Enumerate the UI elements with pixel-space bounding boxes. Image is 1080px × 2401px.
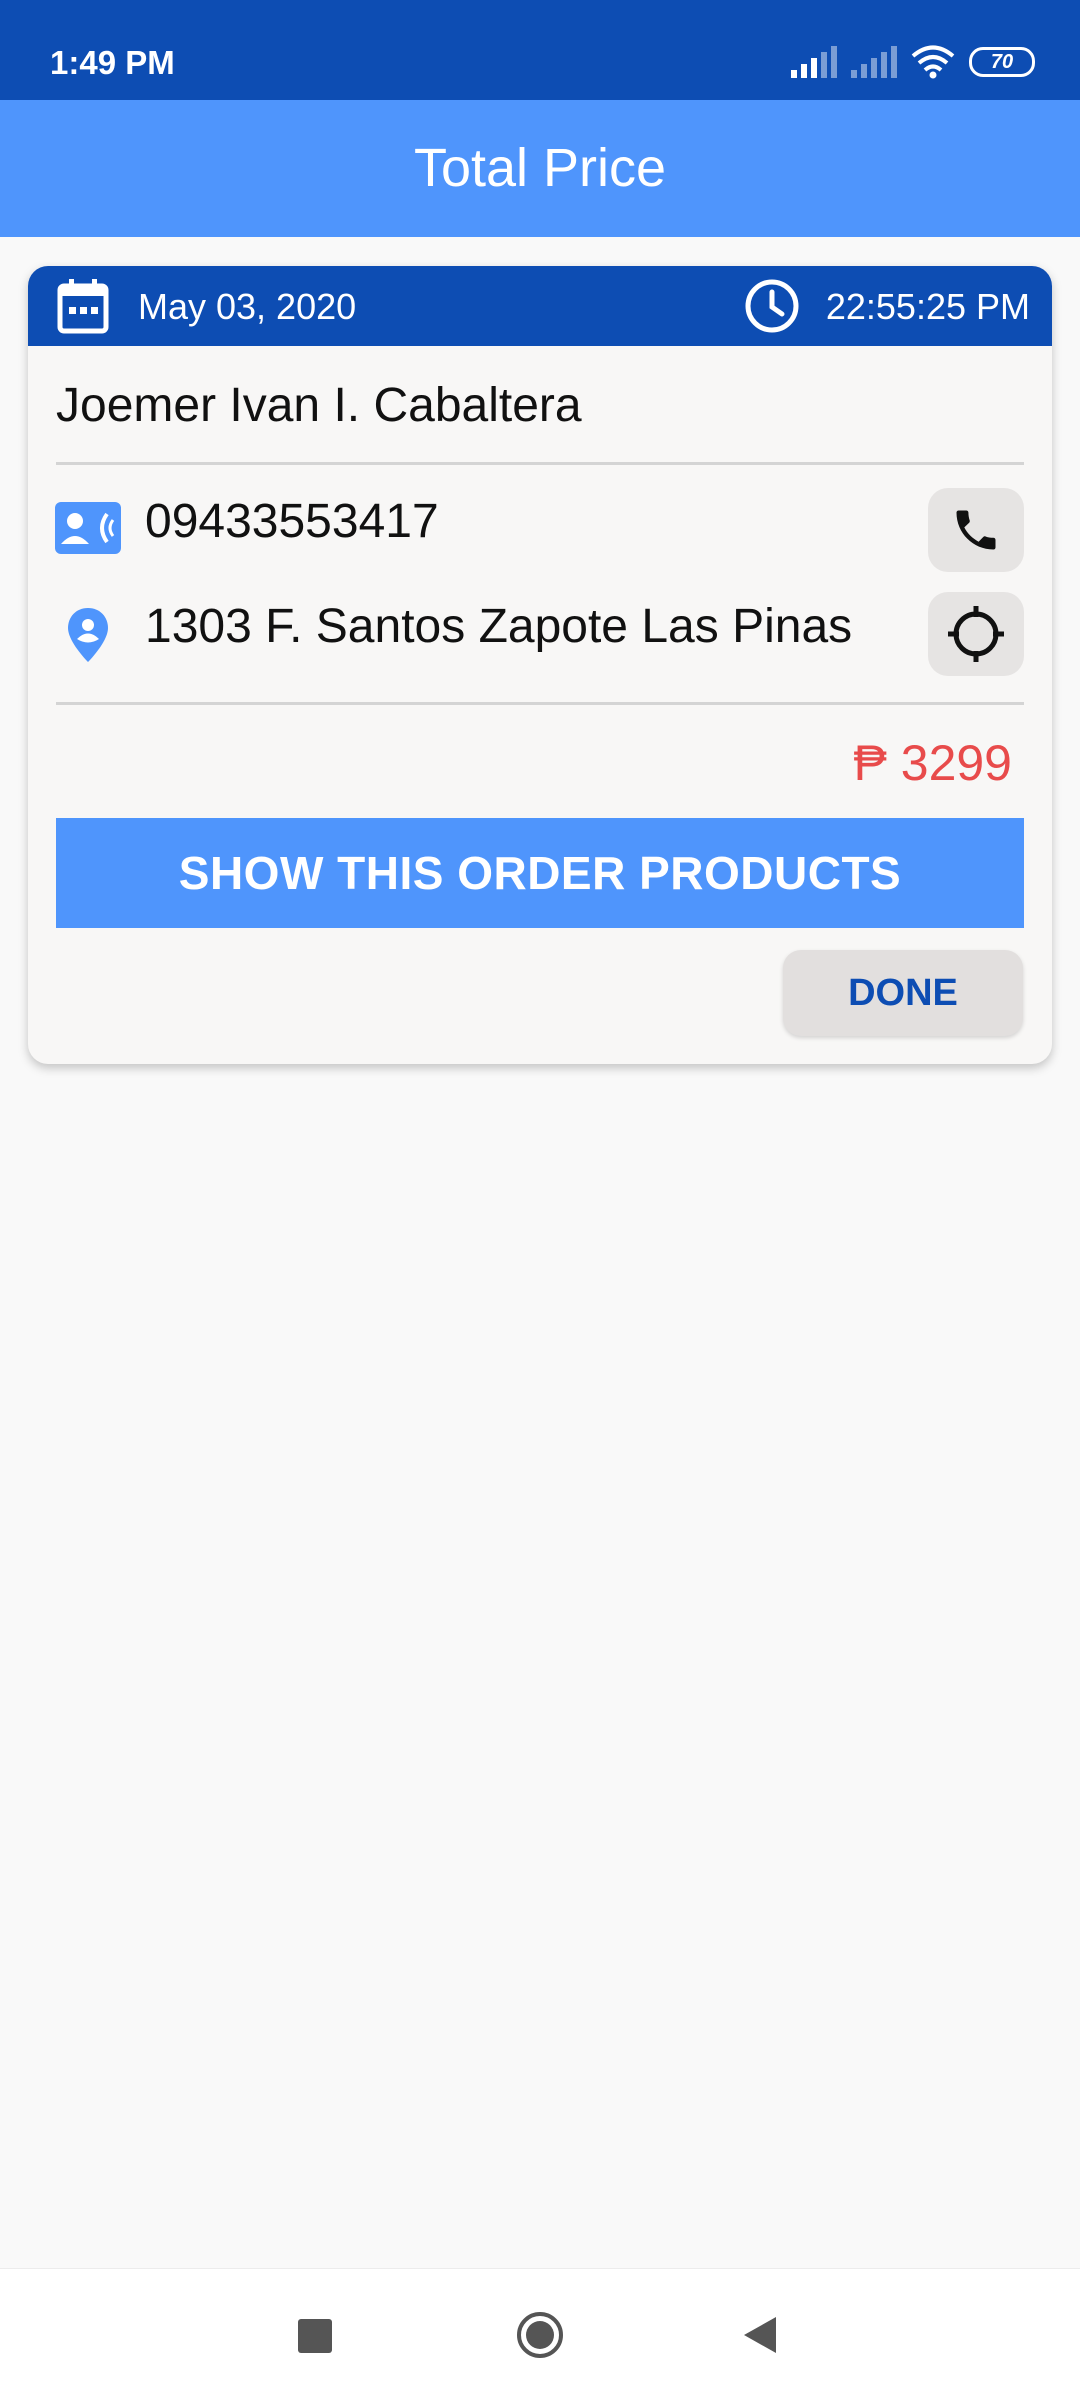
signal-icon (851, 46, 897, 78)
status-time: 1:49 PM (50, 44, 175, 81)
calendar-icon (57, 279, 109, 334)
contact-phone-icon (55, 502, 121, 554)
home-icon[interactable] (515, 2310, 565, 2360)
done-button[interactable]: DONE (783, 950, 1023, 1036)
order-total-price: ₱ 3299 (853, 735, 1012, 791)
battery-level: 70 (990, 50, 1014, 73)
recents-icon[interactable] (298, 2319, 332, 2353)
back-icon[interactable] (742, 2315, 778, 2355)
battery-icon: 70 (969, 47, 1035, 77)
divider (56, 702, 1024, 705)
order-date: May 03, 2020 (138, 286, 357, 327)
status-icons: 70 (791, 44, 1035, 80)
clock-icon (745, 279, 799, 333)
order-card-header: May 03, 2020 22:55:25 PM (28, 266, 1052, 346)
order-time: 22:55:25 PM (825, 286, 1030, 327)
location-pin-icon (68, 608, 108, 662)
navigation-bar (0, 2268, 1080, 2401)
order-card: May 03, 2020 22:55:25 PM Joemer Ivan I. … (28, 266, 1052, 1064)
page-title: Total Price (413, 138, 667, 198)
wifi-icon (911, 45, 955, 79)
customer-phone: 09433553417 (145, 495, 439, 548)
customer-address: 1303 F. Santos Zapote Las Pinas (145, 600, 853, 653)
crosshair-icon (948, 606, 1004, 662)
status-bar: 1:49 PM 70 (0, 0, 1080, 100)
phone-icon (956, 510, 996, 550)
customer-name: Joemer Ivan I. Cabaltera (56, 379, 582, 432)
locate-button[interactable] (928, 592, 1024, 676)
signal-icon (791, 46, 837, 78)
call-button[interactable] (928, 488, 1024, 572)
divider (56, 462, 1024, 465)
show-order-products-button[interactable]: SHOW THIS ORDER PRODUCTS (56, 818, 1024, 928)
app-bar: Total Price (0, 100, 1080, 237)
